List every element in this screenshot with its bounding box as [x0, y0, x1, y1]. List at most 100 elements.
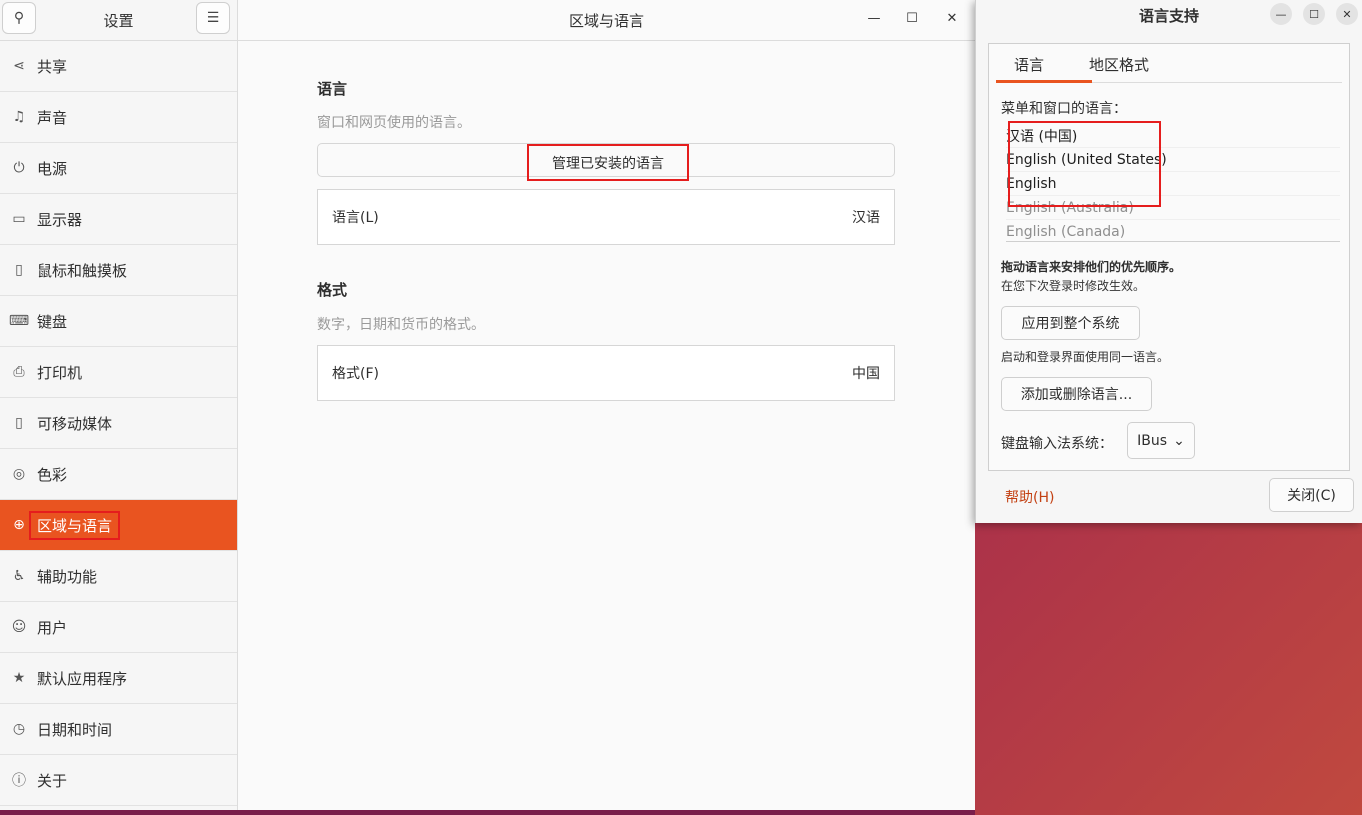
share-icon: ⋖	[13, 58, 25, 74]
chevron-down-icon: ⌄	[1173, 432, 1185, 449]
sidebar-item[interactable]: ♫ 声音	[0, 92, 237, 143]
sidebar-item-label: 关于	[37, 771, 68, 790]
monitor-icon: ▭	[12, 211, 26, 227]
sidebar-item-label: 打印机	[37, 363, 83, 382]
language-support-dialog: 语言支持 — ☐ ✕ 语言 地区格式 菜单和窗口的语言： 汉语 (中国) Eng…	[975, 0, 1362, 523]
keyboard-icon: ⌨	[8, 313, 30, 329]
format-row[interactable]: 格式(F) 中国	[317, 345, 895, 401]
close-icon: ✕	[946, 10, 958, 26]
sidebar-item-label: 共享	[37, 57, 68, 76]
sidebar-item-label: 用户	[37, 618, 68, 637]
sidebar-item-label: 默认应用程序	[37, 669, 128, 688]
format-row-label: 格式(F)	[332, 366, 379, 382]
sidebar-item-label: 日期和时间	[37, 720, 113, 739]
dialog-minimize-button[interactable]: —	[1270, 3, 1292, 25]
keyboard-input-value: IBus	[1137, 432, 1168, 449]
hamburger-icon: ☰	[206, 10, 220, 26]
sidebar-item-label: 鼠标和触摸板	[37, 261, 128, 280]
minimize-button[interactable]: —	[861, 6, 887, 30]
sidebar: ⚲ 设置 ☰ ⋖ 共享 ♫ 声音 ⏻ 电源 ▭ 显示器 ▯ 鼠标和触摸板 ⌨ 键盘 ⎙ 打印机 ▯ 可移动媒体…	[0, 0, 238, 810]
help-link[interactable]: 帮助(H)	[1005, 487, 1054, 507]
menu-language-label: 菜单和窗口的语言：	[1001, 101, 1127, 117]
dialog-content-frame: 语言 地区格式 菜单和窗口的语言： 汉语 (中国) English (Unite…	[988, 43, 1350, 471]
format-section-title: 格式	[317, 281, 348, 299]
globe-icon: ⊕	[13, 517, 25, 533]
maximize-button[interactable]: ☐	[899, 6, 925, 30]
language-section-subtitle: 窗口和网页使用的语言。	[317, 115, 471, 131]
sidebar-item[interactable]: ☺ 用户	[0, 602, 237, 653]
main-panel: 区域与语言 — ☐ ✕ 语言 窗口和网页使用的语言。 管理已安装的语言 语言(L…	[238, 0, 975, 810]
active-tab-indicator	[996, 80, 1092, 83]
sidebar-item[interactable]: ⎙ 打印机	[0, 347, 237, 398]
sidebar-item-label: 可移动媒体	[37, 414, 113, 433]
language-section-title: 语言	[317, 80, 348, 98]
maximize-icon: ☐	[1309, 7, 1319, 21]
keyboard-input-select[interactable]: IBus ⌄	[1127, 422, 1195, 459]
page-title: 区域与语言	[568, 11, 644, 30]
close-window-button[interactable]: ✕	[939, 6, 965, 30]
minimize-icon: —	[867, 10, 881, 26]
info-icon: ⓘ	[12, 773, 26, 789]
language-row-value: 汉语	[852, 210, 880, 226]
user-icon: ☺	[11, 619, 27, 635]
search-icon: ⚲	[13, 10, 25, 26]
printer-icon: ⎙	[13, 364, 25, 380]
sidebar-item[interactable]: ♿ 辅助功能	[0, 551, 237, 602]
sidebar-item[interactable]: ▯ 可移动媒体	[0, 398, 237, 449]
sidebar-item-label: 区域与语言	[28, 510, 121, 540]
sidebar-header: ⚲ 设置 ☰	[0, 0, 237, 41]
drag-hint: 拖动语言来安排他们的优先顺序。	[1001, 260, 1182, 274]
sidebar-item-label: 声音	[37, 108, 68, 127]
dialog-header: 语言支持 — ☐ ✕	[976, 0, 1362, 30]
login-hint: 启动和登录界面使用同一语言。	[1001, 350, 1170, 364]
maximize-icon: ☐	[906, 10, 918, 26]
language-highlight-box	[1008, 121, 1161, 207]
sidebar-item[interactable]: ◷ 日期和时间	[0, 704, 237, 755]
sidebar-item-label: 电源	[37, 159, 68, 178]
keyboard-input-label: 键盘输入法系统：	[1001, 436, 1113, 452]
sidebar-item-label: 显示器	[37, 210, 83, 229]
color-icon: ◎	[12, 466, 26, 482]
mouse-icon: ▯	[15, 262, 23, 278]
minimize-icon: —	[1275, 7, 1287, 21]
apply-hint: 在您下次登录时修改生效。	[1001, 279, 1146, 293]
dialog-maximize-button[interactable]: ☐	[1303, 3, 1325, 25]
close-button[interactable]: 关闭(C)	[1269, 478, 1354, 512]
language-item[interactable]: English (Canada)	[1006, 220, 1340, 241]
sidebar-item[interactable]: ⓘ 关于	[0, 755, 237, 806]
close-icon: ✕	[1342, 7, 1352, 21]
sidebar-item-label: 辅助功能	[37, 567, 98, 586]
sidebar-item[interactable]: ◎ 色彩	[0, 449, 237, 500]
sidebar-item[interactable]: ⌨ 键盘	[0, 296, 237, 347]
music-note-icon: ♫	[12, 109, 26, 125]
manage-languages-label[interactable]: 管理已安装的语言	[527, 144, 689, 181]
sidebar-item-label: 键盘	[37, 312, 68, 331]
settings-window: ⚲ 设置 ☰ ⋖ 共享 ♫ 声音 ⏻ 电源 ▭ 显示器 ▯ 鼠标和触摸板 ⌨ 键盘 ⎙ 打印机 ▯ 可移动媒体…	[0, 0, 975, 810]
sidebar-title: 设置	[103, 11, 134, 30]
add-remove-languages-button[interactable]: 添加或删除语言...	[1001, 377, 1152, 411]
sidebar-item[interactable]: ⋖ 共享	[0, 41, 237, 92]
accessibility-icon: ♿	[12, 568, 26, 584]
apply-system-wide-button[interactable]: 应用到整个系统	[1001, 306, 1140, 340]
sidebar-item[interactable]: ★ 默认应用程序	[0, 653, 237, 704]
sidebar-item[interactable]: ⏻ 电源	[0, 143, 237, 194]
dialog-close-button[interactable]: ✕	[1336, 3, 1358, 25]
sidebar-item-label: 色彩	[37, 465, 68, 484]
clock-icon: ◷	[12, 721, 26, 737]
sidebar-item[interactable]: ▯ 鼠标和触摸板	[0, 245, 237, 296]
star-icon: ★	[12, 670, 26, 686]
desktop-strip	[0, 810, 975, 815]
format-row-value: 中国	[852, 366, 880, 382]
main-header: 区域与语言 — ☐ ✕	[238, 0, 975, 41]
usb-media-icon: ▯	[15, 415, 23, 431]
sidebar-item[interactable]: ⊕ 区域与语言	[0, 500, 237, 551]
sidebar-nav: ⋖ 共享 ♫ 声音 ⏻ 电源 ▭ 显示器 ▯ 鼠标和触摸板 ⌨ 键盘 ⎙ 打印机 ▯ 可移动媒体 ◎ 色彩 ⊕ 区域与…	[0, 41, 237, 806]
tab-regional-formats[interactable]: 地区格式	[1089, 54, 1149, 75]
format-section-subtitle: 数字，日期和货币的格式。	[317, 317, 485, 333]
tab-language[interactable]: 语言	[1014, 54, 1044, 75]
menu-button[interactable]: ☰	[196, 2, 230, 34]
sidebar-item[interactable]: ▭ 显示器	[0, 194, 237, 245]
language-row[interactable]: 语言(L) 汉语	[317, 189, 895, 245]
search-button[interactable]: ⚲	[2, 2, 36, 34]
language-row-label: 语言(L)	[332, 210, 379, 226]
